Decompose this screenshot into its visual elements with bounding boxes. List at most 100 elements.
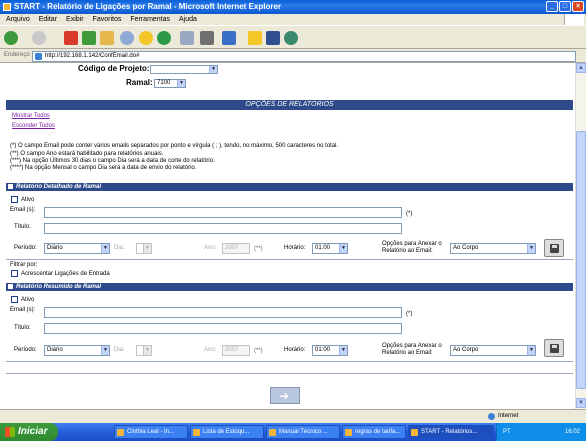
menu-favoritos[interactable]: Favoritos [93,14,122,25]
options-header: OPÇÕES DE RELATÓRIOS [6,100,573,110]
back-icon[interactable] [4,31,18,45]
start-label: Iniciar [18,426,48,437]
ano-input[interactable]: 2007 [222,345,250,356]
acrescentar-checkbox[interactable] [11,270,18,277]
menu-ajuda[interactable]: Ajuda [179,14,197,25]
submit-arrow-button[interactable]: ➔ [270,387,300,404]
save-button[interactable] [544,239,564,257]
email-input[interactable] [44,207,402,218]
task-lista[interactable]: Lista de Estoqu... [190,425,264,439]
periodo-select[interactable]: Diário ▼ [44,243,110,254]
section-resumido-header[interactable]: Relatório Resumido de Ramal [6,283,573,291]
home-icon[interactable] [100,31,114,45]
ativo-label: Ativo [21,197,35,203]
chevron-down-icon: ▼ [101,244,109,253]
lang-indicator[interactable]: PT [503,423,511,441]
address-url: http://192.168.1.142/ConfEmail.do# [45,53,140,59]
section-detalhado-header[interactable]: Relatório Detalhado de Ramal [6,183,573,191]
window-title: START - Relatório de Ligações por Ramal … [14,2,282,11]
save-button[interactable] [544,339,564,357]
menu-ferramentas[interactable]: Ferramentas [130,14,170,25]
mail-icon[interactable] [180,31,194,45]
stop-icon[interactable] [64,31,78,45]
excel-icon [193,429,200,436]
ano-mark: (**) [254,246,263,252]
collapse-icon[interactable] [8,284,13,289]
chevron-down-icon: ▼ [339,346,347,355]
page-viewport: Código de Projeto: ▼ Ramal: 7100 ▼ OPÇÕE… [0,63,575,409]
vertical-scrollbar[interactable]: ▲ ▼ [575,63,586,409]
note-1: (*) O campo Email pode conter vários ema… [10,143,339,149]
favorites-icon[interactable] [139,31,153,45]
task-regras[interactable]: regras de tarifa... [342,425,406,439]
horario-select[interactable]: 01:00 ▼ [312,243,348,254]
taskbar: Iniciar Cinthia Leal - In... Lista de Es… [0,423,586,441]
menu-editar[interactable]: Editar [39,14,57,25]
task-start[interactable]: START - Relatórios... [408,425,494,439]
close-button[interactable]: × [572,1,584,12]
folder-icon[interactable] [248,31,262,45]
menu-exibir[interactable]: Exibir [66,14,84,25]
print-icon[interactable] [200,31,214,45]
dia-select[interactable]: ▼ [136,345,152,356]
minimize-button[interactable]: _ [546,1,558,12]
forward-icon[interactable] [32,31,46,45]
search-icon[interactable] [120,31,134,45]
task-cinthia[interactable]: Cinthia Leal - In... [114,425,188,439]
opcoes-select[interactable]: Ao Corpo ▼ [450,243,536,254]
chevron-down-icon: ▼ [177,80,185,87]
titulo-label: Título: [14,224,31,230]
messenger-icon[interactable] [266,31,280,45]
scroll-down-icon[interactable]: ▼ [576,398,586,408]
ano-input[interactable]: 2007 [222,243,250,254]
note-2: (**) O campo Ano estará habilitado para … [10,151,164,157]
titulo-input[interactable] [44,223,402,234]
horario-label: Horário: [284,245,306,251]
menu-arquivo[interactable]: Arquivo [6,14,30,25]
collapse-icon[interactable] [8,184,13,189]
edit-icon[interactable] [222,31,236,45]
start-button[interactable]: Iniciar [0,423,58,441]
dia-label: Dia: [114,245,125,251]
horario-select[interactable]: 01:00 ▼ [312,345,348,356]
page-icon [35,53,42,60]
scroll-up-icon[interactable]: ▲ [576,63,586,73]
zone-label: Internet [498,413,519,419]
email-mark: (*) [406,311,413,317]
windows-flag-icon [5,427,15,437]
email-label: Email (s): [10,207,36,213]
email-input[interactable] [44,307,402,318]
ativo-checkbox[interactable] [11,196,18,203]
section-title: Relatório Resumido de Ramal [16,284,102,290]
show-all-link[interactable]: Mostrar Todos [12,113,50,119]
ie-icon [3,3,11,11]
ramal-select[interactable]: 7100 ▼ [154,79,186,88]
history-icon[interactable] [157,31,171,45]
system-tray: PT 16:02 [496,423,586,441]
opcoes-label: Opções para Anexar o Relatório ao Email: [382,241,442,254]
chevron-down-icon: ▼ [527,244,535,253]
status-bar: Internet [0,409,586,423]
titulo-input[interactable] [44,323,402,334]
note-3: (***) Na opção Últimos 30 dias o campo D… [10,158,215,164]
address-label: Endereço [4,52,30,58]
periodo-select[interactable]: Diário ▼ [44,345,110,356]
refresh-icon[interactable] [82,31,96,45]
opcoes-select[interactable]: Ao Corpo ▼ [450,345,536,356]
scroll-thumb[interactable] [576,131,586,389]
task-manual[interactable]: Manual Técnico ... [266,425,340,439]
chevron-down-icon: ▼ [339,244,347,253]
ano-label: Ano: [204,245,217,251]
clock: 16:02 [564,429,580,435]
dia-select[interactable]: ▼ [136,243,152,254]
hide-all-link[interactable]: Esconder Todos [12,123,55,129]
maximize-button[interactable]: □ [559,1,571,12]
ativo-checkbox[interactable] [11,296,18,303]
word-icon [269,429,276,436]
codigo-select[interactable]: ▼ [150,65,218,74]
title-bar: START - Relatório de Ligações por Ramal … [0,0,586,14]
menu-bar: Arquivo Editar Exibir Favoritos Ferramen… [0,14,586,25]
address-input[interactable]: http://192.168.1.142/ConfEmail.do# [32,51,576,62]
address-bar: Endereço http://192.168.1.142/ConfEmail.… [0,49,586,63]
research-icon[interactable] [284,31,298,45]
